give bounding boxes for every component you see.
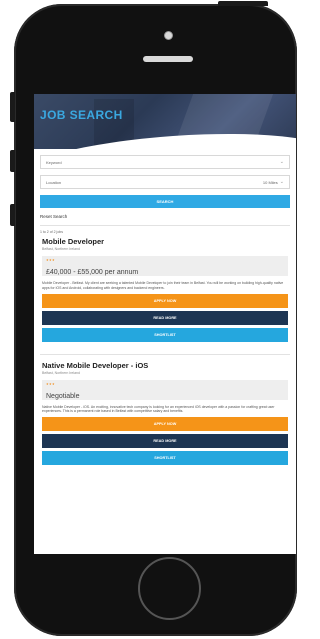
salary-text: £40,000 - £55,000 per annum [46, 269, 139, 276]
front-camera [164, 31, 173, 40]
salary-box: ★★★ £40,000 - £55,000 per annum [42, 256, 288, 276]
salary-text: Negotiable [46, 392, 80, 400]
phone-screen: JOB SEARCH Keyword ⌄ Location 10 Miles ⌄… [34, 94, 296, 554]
silent-switch [10, 92, 15, 122]
home-button[interactable] [138, 557, 201, 620]
chevron-down-icon: ⌄ [279, 179, 284, 185]
apply-now-button[interactable]: APPLY NOW [42, 293, 288, 308]
job-location: Belfast, Northern Ireland [42, 247, 80, 251]
location-placeholder: Location [46, 179, 62, 185]
earpiece-speaker [143, 56, 193, 62]
keyword-field[interactable]: Keyword ⌄ [40, 155, 290, 169]
rating-stars: ★★★ [46, 258, 55, 262]
power-button [218, 1, 268, 6]
read-more-button[interactable]: READ MORE [42, 310, 288, 325]
read-more-button[interactable]: READ MORE [42, 434, 288, 449]
apply-now-button[interactable]: APPLY NOW [42, 417, 288, 432]
job-description: Mobile Developer - Belfast. My client ar… [42, 281, 284, 290]
hero-banner: JOB SEARCH [34, 94, 296, 149]
volume-up-button [10, 150, 15, 172]
job-card: Mobile Developer Belfast, Northern Irela… [40, 237, 290, 342]
radius-value: 10 Miles [262, 179, 278, 185]
volume-down-button [10, 204, 15, 226]
shortlist-button[interactable]: SHORTLIST [42, 327, 288, 342]
keyword-placeholder: Keyword [46, 159, 62, 165]
rating-stars: ★★★ [46, 381, 55, 386]
search-button[interactable]: SEARCH [40, 195, 290, 208]
search-form: Keyword ⌄ Location 10 Miles ⌄ SEARCH Res… [34, 149, 296, 466]
job-location: Belfast, Northern Ireland [42, 370, 80, 375]
shortlist-button[interactable]: SHORTLIST [42, 451, 288, 466]
result-count: 1 to 2 of 2 jobs [40, 230, 63, 234]
divider [40, 225, 290, 226]
salary-box: ★★★ Negotiable [42, 379, 288, 400]
divider [40, 342, 290, 355]
chevron-down-icon: ⌄ [279, 159, 284, 165]
page-title: JOB SEARCH [40, 108, 123, 122]
job-card: Native Mobile Developer - iOS Belfast, N… [40, 361, 290, 466]
job-description: Native Mobile Developer - iOS. An exciti… [42, 404, 275, 414]
job-title[interactable]: Native Mobile Developer - iOS [42, 361, 288, 370]
reset-search-link[interactable]: Reset Search [40, 214, 290, 219]
job-title[interactable]: Mobile Developer [42, 237, 288, 246]
radius-select[interactable]: 10 Miles ⌄ [263, 179, 284, 185]
location-field[interactable]: Location 10 Miles ⌄ [40, 175, 290, 189]
